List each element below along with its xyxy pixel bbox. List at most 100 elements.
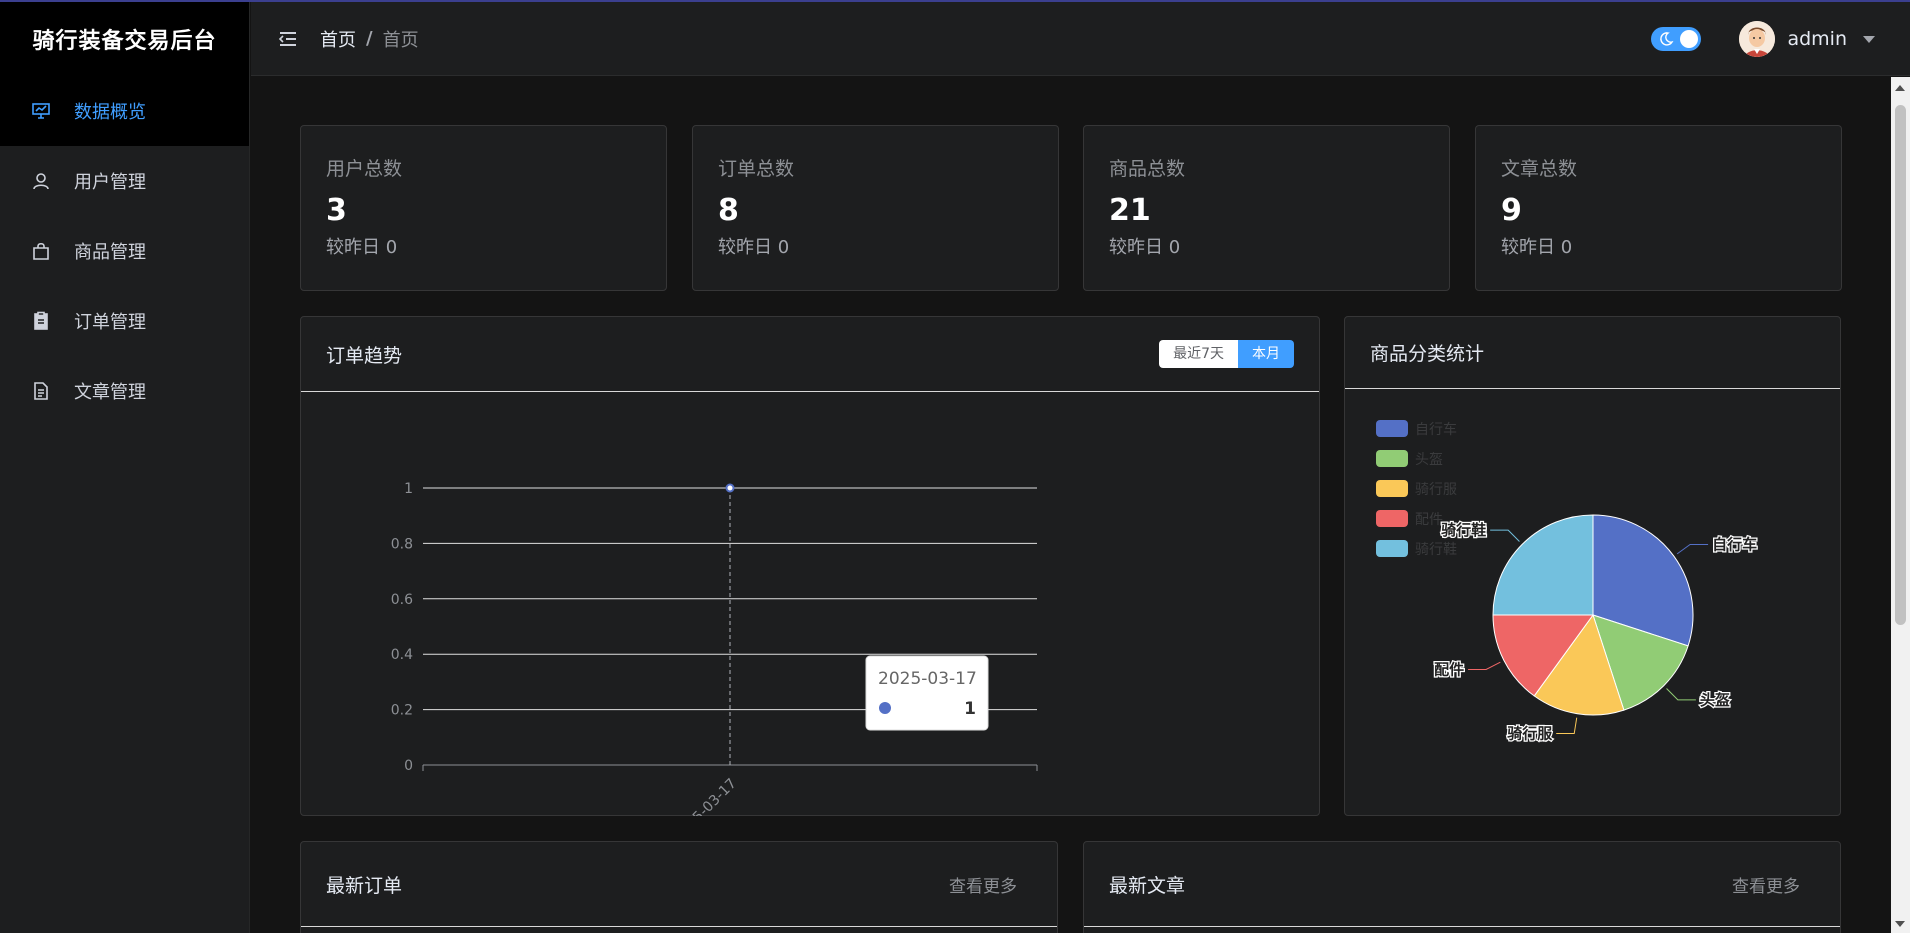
pie-label: 骑行鞋	[1441, 521, 1486, 539]
tooltip-series-marker	[879, 702, 891, 714]
scroll-down-arrow[interactable]	[1895, 921, 1905, 927]
sidebar-item-articles[interactable]: 文章管理	[0, 356, 249, 426]
user-icon	[30, 170, 52, 192]
category-pie-chart: 自行车头盔骑行服配件骑行鞋 自行车头盔骑行服配件骑行鞋	[1376, 420, 1758, 744]
theme-toggle[interactable]	[1651, 27, 1702, 51]
stat-value: 9	[1501, 193, 1522, 228]
breadcrumb: 首页 / 首页	[320, 26, 419, 52]
breadcrumb-home[interactable]: 首页	[320, 26, 356, 52]
pie-label: 自行车	[1712, 535, 1757, 553]
tooltip-date: 2025-03-17	[878, 669, 977, 689]
data-point	[725, 483, 735, 493]
order-trend-header: 订单趋势 最近7天 本月	[301, 317, 1319, 392]
pie-label: 骑行服	[1507, 725, 1553, 743]
latest-orders-header: 最新订单 查看更多	[301, 842, 1057, 927]
page-scrollbar[interactable]	[1891, 77, 1910, 933]
brand-logo: 骑行装备交易后台	[0, 2, 249, 76]
category-stats-header: 商品分类统计	[1345, 317, 1840, 389]
sidebar-item-orders[interactable]: 订单管理	[0, 286, 249, 356]
breadcrumb-separator: /	[366, 28, 373, 49]
legend-label: 骑行服	[1415, 482, 1457, 498]
stat-compare: 较昨日 0	[326, 237, 398, 258]
pie-label-line	[1556, 717, 1578, 735]
sidebar-item-label: 订单管理	[74, 312, 146, 333]
sidebar-item-label: 用户管理	[74, 172, 146, 193]
category-stats-card: 商品分类统计 自行车 头盔 骑行服 配件 骑行鞋 自行车 头盔 骑行服 配件 骑行鞋	[1344, 316, 1841, 816]
breadcrumb-current: 首页	[382, 29, 419, 51]
range-selector: 最近7天 本月	[1159, 340, 1294, 368]
stat-compare: 较昨日 0	[1109, 237, 1181, 258]
latest-articles-title: 最新文章	[1109, 874, 1186, 897]
stat-card-orders: 订单总数 8 较昨日 0	[692, 125, 1059, 291]
avatar[interactable]	[1739, 21, 1776, 57]
presentation-chart-icon	[30, 100, 52, 122]
clipboard-icon	[30, 310, 52, 332]
view-more-orders-link[interactable]: 查看更多	[949, 872, 1017, 897]
stat-label: 用户总数	[326, 158, 403, 180]
sidebar: 骑行装备交易后台 数据概览 用户管理 商品管理 订单管理 文章管理	[0, 2, 250, 933]
legend-swatch	[1376, 450, 1408, 467]
view-more-articles-link[interactable]: 查看更多	[1732, 872, 1800, 897]
sidebar-item-products[interactable]: 商品管理	[0, 216, 249, 286]
order-trend-title: 订单趋势	[326, 344, 403, 367]
stat-label: 文章总数	[1501, 158, 1578, 180]
stat-card-articles: 文章总数 9 较昨日 0	[1475, 125, 1842, 291]
legend-swatch	[1376, 480, 1408, 497]
latest-orders-card: 最新订单 查看更多	[300, 841, 1058, 933]
stat-value: 3	[326, 193, 347, 228]
chevron-down-icon[interactable]	[1863, 35, 1875, 43]
main-content: 用户总数 3 较昨日 0 订单总数 8 较昨日 0 商品总数 21 较昨日 0 …	[251, 77, 1891, 933]
stat-card-products: 商品总数 21 较昨日 0	[1083, 125, 1450, 291]
y-tick-label: 1	[404, 481, 413, 497]
legend-swatch	[1376, 540, 1408, 557]
top-header: 首页 / 首页 admin	[251, 2, 1910, 76]
sidebar-item-label: 数据概览	[74, 102, 146, 123]
stat-compare: 较昨日 0	[718, 237, 790, 258]
pie-label: 配件	[1434, 660, 1464, 678]
y-tick-label: 0.6	[391, 592, 413, 608]
sidebar-item-users[interactable]: 用户管理	[0, 146, 249, 216]
legend-label: 配件	[1415, 512, 1443, 528]
document-icon	[30, 380, 52, 402]
y-tick-label: 0	[404, 758, 413, 774]
range-month-button[interactable]: 本月	[1238, 340, 1294, 368]
latest-articles-header: 最新文章 查看更多	[1084, 842, 1840, 927]
menu-fold-icon[interactable]	[276, 27, 300, 51]
sidebar-item-overview[interactable]: 数据概览	[0, 76, 249, 146]
pie-label: 头盔	[1700, 691, 1730, 709]
legend-label: 自行车	[1415, 421, 1457, 438]
pie-label-line	[1468, 661, 1501, 670]
y-tick-label: 0.8	[391, 536, 413, 552]
pie-label-line	[1666, 688, 1696, 701]
moon-icon	[1660, 32, 1674, 46]
user-name[interactable]: admin	[1787, 28, 1847, 50]
category-stats-title: 商品分类统计	[1370, 343, 1485, 365]
sidebar-item-label: 文章管理	[74, 382, 146, 403]
stat-card-users: 用户总数 3 较昨日 0	[300, 125, 667, 291]
brand-title: 骑行装备交易后台	[32, 29, 217, 54]
stat-label: 商品总数	[1109, 158, 1186, 180]
stat-compare: 较昨日 0	[1501, 237, 1573, 258]
legend-label: 骑行鞋	[1415, 542, 1457, 558]
scroll-thumb[interactable]	[1895, 105, 1906, 625]
latest-orders-title: 最新订单	[326, 874, 403, 897]
y-tick-label: 0.4	[391, 647, 413, 663]
y-tick-label: 0.2	[391, 703, 413, 719]
order-trend-card: 订单趋势 最近7天 本月 0 0.2 0.4 0.6 0.8 1 2025-03-17 202…	[300, 316, 1320, 816]
stat-label: 订单总数	[718, 158, 795, 180]
x-tick-label: 2025-03-17	[671, 776, 740, 816]
pie-label-line	[1676, 543, 1709, 555]
shopping-bag-icon	[30, 240, 52, 262]
legend-label: 头盔	[1415, 452, 1443, 468]
tooltip-value: 1	[964, 699, 976, 719]
stat-value: 21	[1109, 193, 1151, 228]
legend-swatch	[1376, 420, 1408, 437]
sidebar-item-label: 商品管理	[74, 242, 146, 263]
stat-value: 8	[718, 193, 739, 228]
scroll-up-arrow[interactable]	[1895, 85, 1905, 91]
pie-label-line	[1490, 529, 1520, 542]
order-trend-chart: 0 0.2 0.4 0.6 0.8 1 2025-03-17 2025-03-17 1	[391, 481, 1038, 816]
legend-swatch	[1376, 510, 1408, 527]
range-7days-button[interactable]: 最近7天	[1159, 340, 1238, 368]
toggle-knob	[1680, 30, 1699, 48]
